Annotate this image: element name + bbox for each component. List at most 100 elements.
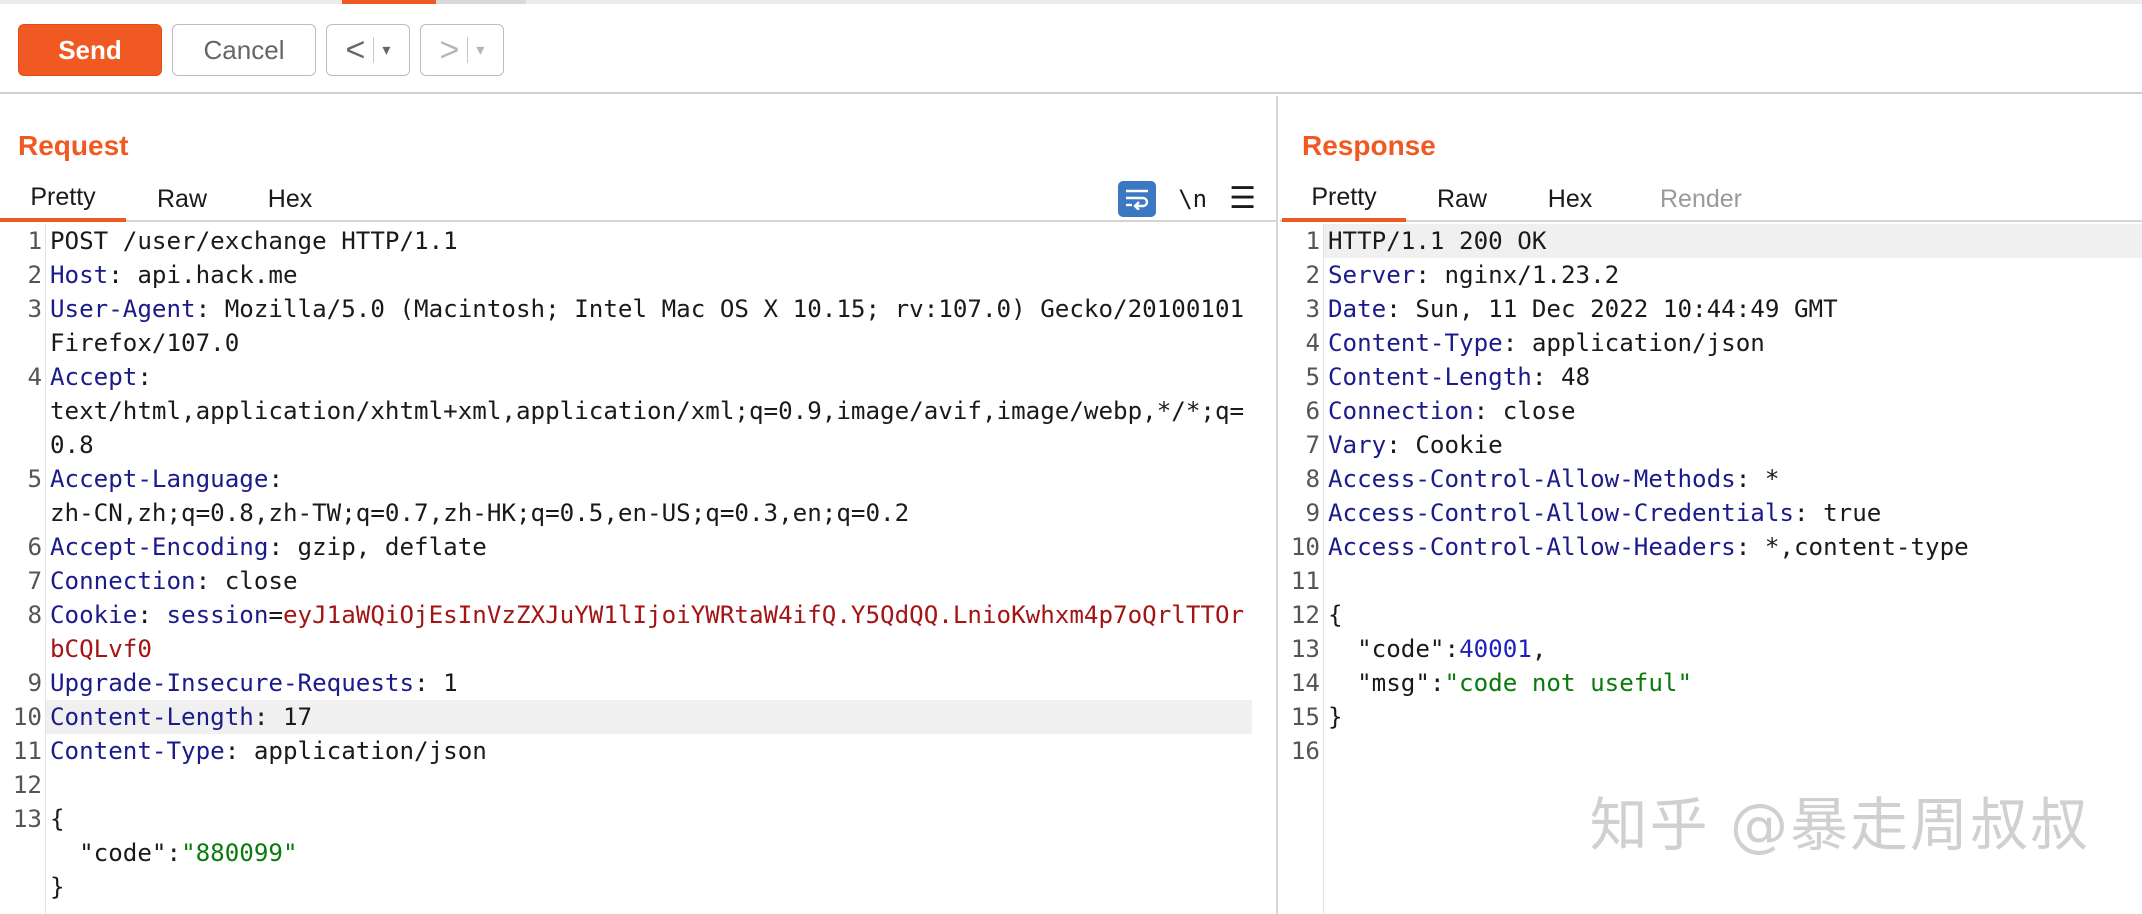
watermark: 知乎 @暴走周叔叔	[1589, 791, 2090, 859]
code-line: 1 POST /user/exchange HTTP/1.1	[0, 224, 1252, 258]
line-number: 7	[1305, 431, 1320, 459]
json-string-value: "880099"	[181, 839, 298, 867]
cancel-button[interactable]: Cancel	[172, 24, 316, 76]
header-name: Host	[50, 261, 109, 289]
code-line: 4 Accept: text/html,application/xhtml+xml…	[0, 360, 1252, 462]
header-name: Content-Type	[1328, 329, 1503, 357]
header-value: : true	[1794, 499, 1882, 527]
line-number: 14	[1290, 669, 1320, 697]
line-text: Access-Control-Allow-Headers: *,content-…	[1324, 530, 2142, 564]
tab-request-hex[interactable]: Hex	[240, 176, 340, 222]
line-text: User-Agent: Mozilla/5.0 (Macintosh; Inte…	[46, 292, 1252, 360]
code-line: 3 User-Agent: Mozilla/5.0 (Macintosh; Int…	[0, 292, 1252, 360]
tab-response-render[interactable]: Render	[1636, 176, 1766, 222]
header-value: : 1	[414, 669, 458, 697]
line-number: 6	[27, 533, 42, 561]
panel-splitter[interactable]	[1276, 96, 1278, 914]
code-line: 13 "code":40001,	[1280, 632, 2142, 666]
line-text: Connection: close	[46, 564, 1252, 598]
json-string-value: "code not useful"	[1444, 669, 1693, 697]
line-number: 7	[27, 567, 42, 595]
hamburger-menu-icon[interactable]: ☰	[1229, 184, 1256, 214]
tab-request-raw[interactable]: Raw	[132, 176, 232, 222]
code-line: }	[0, 870, 1252, 904]
header-value: :	[137, 601, 167, 629]
line-number: 6	[1305, 397, 1320, 425]
line-number: 1	[1305, 227, 1320, 255]
history-back-button[interactable]: < ▾	[326, 24, 410, 76]
header-value: {	[1328, 601, 1343, 629]
header-name: Server	[1328, 261, 1416, 289]
header-name: Access-Control-Allow-Credentials	[1328, 499, 1794, 527]
tab-response-raw[interactable]: Raw	[1412, 176, 1512, 222]
code-line: 15}	[1280, 700, 2142, 734]
line-number: 5	[27, 465, 42, 493]
code-line: 5 Content-Length: 48	[1280, 360, 2142, 394]
header-name: Access-Control-Allow-Methods	[1328, 465, 1736, 493]
code-line: 4 Content-Type: application/json	[1280, 326, 2142, 360]
history-forward-button[interactable]: > ▾	[420, 24, 504, 76]
request-view-options: \n ☰	[1118, 180, 1256, 218]
line-number: 10	[12, 703, 42, 731]
code-line: 9 Access-Control-Allow-Credentials: true	[1280, 496, 2142, 530]
line-number: 9	[1305, 499, 1320, 527]
header-name: Accept	[50, 363, 138, 391]
header-value	[1328, 669, 1357, 697]
line-text: Content-Type: application/json	[1324, 326, 2142, 360]
header-name: Content-Length	[50, 703, 254, 731]
send-button[interactable]: Send	[18, 24, 162, 76]
line-number: 2	[1305, 261, 1320, 289]
cookie-equals: =	[268, 601, 283, 629]
json-key: "code"	[79, 839, 167, 867]
code-line: 7 Connection: close	[0, 564, 1252, 598]
line-number	[0, 870, 46, 904]
header-name: Accept-Encoding	[50, 533, 269, 561]
line-text: Accept-Language: zh-CN,zh;q=0.8,zh-TW;q=…	[46, 462, 1252, 530]
toolbar: Send Cancel < ▾ > ▾	[0, 4, 2142, 94]
line-text: }	[1324, 700, 2142, 734]
line-text: ​	[1324, 734, 2142, 768]
line-text: Content-Type: application/json	[46, 734, 1252, 768]
code-line: "code":"880099"	[0, 836, 1252, 870]
line-number: 3	[27, 295, 42, 323]
line-number: 2	[27, 261, 42, 289]
dropdown-caret-icon[interactable]: ▾	[382, 40, 390, 60]
chevron-right-icon: >	[439, 31, 460, 69]
line-text: Upgrade-Insecure-Requests: 1	[46, 666, 1252, 700]
code-line: 3 Date: Sun, 11 Dec 2022 10:44:49 GMT	[1280, 292, 2142, 326]
code-line: 2 Server: nginx/1.23.2	[1280, 258, 2142, 292]
header-value	[50, 839, 79, 867]
request-title: Request	[18, 130, 129, 161]
request-editor[interactable]: 1 POST /user/exchange HTTP/1.1 2 Host: api.…	[0, 224, 1276, 914]
dropdown-caret-icon[interactable]: ▾	[476, 40, 484, 60]
header-name: Content-Type	[50, 737, 225, 765]
header-value: POST /user/exchange HTTP/1.1	[50, 227, 458, 255]
header-value: : nginx/1.23.2	[1415, 261, 1620, 289]
header-name: Upgrade-Insecure-Requests	[50, 669, 415, 697]
line-number: 15	[1290, 703, 1320, 731]
json-colon: :	[1429, 669, 1445, 697]
line-number: 13	[12, 805, 42, 833]
line-text: }	[46, 870, 1252, 904]
tab-response-pretty[interactable]: Pretty	[1282, 176, 1406, 222]
header-value: : Sun, 11 Dec 2022 10:44:49 GMT	[1386, 295, 1838, 323]
header-name: Connection	[50, 567, 196, 595]
line-text: Server: nginx/1.23.2	[1324, 258, 2142, 292]
line-text: POST /user/exchange HTTP/1.1	[46, 224, 1252, 258]
line-text: Accept-Encoding: gzip, deflate	[46, 530, 1252, 564]
tab-response-hex[interactable]: Hex	[1520, 176, 1620, 222]
line-text: Vary: Cookie	[1324, 428, 2142, 462]
divider	[467, 37, 469, 63]
show-newlines-icon[interactable]: \n	[1178, 185, 1207, 213]
line-number: 4	[27, 363, 42, 391]
header-value: : Cookie	[1386, 431, 1503, 459]
word-wrap-icon[interactable]	[1118, 181, 1157, 217]
header-name: User-Agent	[50, 295, 196, 323]
tab-request-pretty[interactable]: Pretty	[0, 176, 126, 222]
header-value: : application/json	[224, 737, 487, 765]
line-number: 1	[27, 227, 42, 255]
line-text: Content-Length: 48	[1324, 360, 2142, 394]
header-value: : 48	[1531, 363, 1591, 391]
json-comma: ,	[1531, 635, 1547, 663]
line-number: 3	[1305, 295, 1320, 323]
